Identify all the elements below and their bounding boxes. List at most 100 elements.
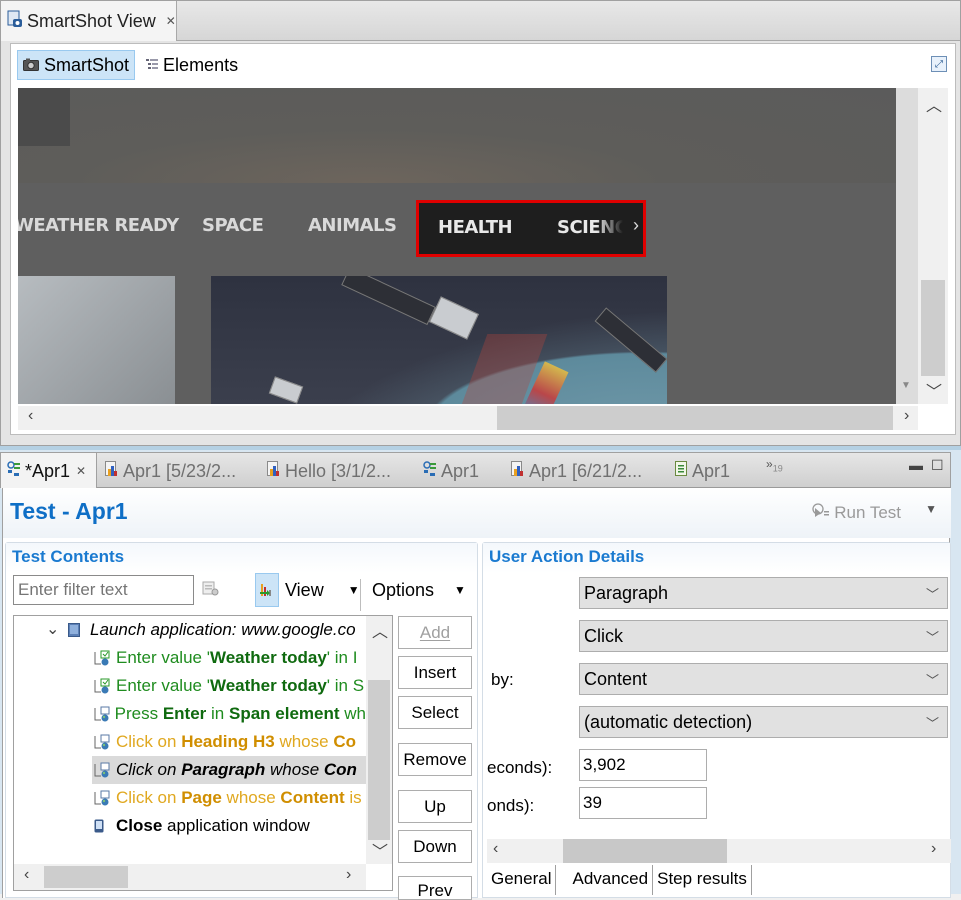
tree-row-text: Launch application: www.google.co: [90, 620, 356, 639]
remove-button[interactable]: Remove: [398, 743, 472, 776]
test-tree[interactable]: ⌄ Launch application: www.google.co Enter …: [13, 615, 393, 891]
prev-button[interactable]: Prev: [398, 876, 472, 900]
tab-overflow-button[interactable]: »19: [766, 457, 783, 473]
tab-label: Step results: [657, 869, 747, 888]
editor-tabbar: *Apr1 ✕ Apr1 [5/23/2... Hello [3/1/2... …: [0, 452, 951, 489]
scroll-up-icon[interactable]: ︿: [926, 92, 942, 116]
report-chart-icon: [105, 460, 119, 482]
tree-row[interactable]: ⌄ Launch application: www.google.co: [14, 616, 366, 644]
minimize-icon[interactable]: ▬: [909, 457, 923, 473]
maximize-icon[interactable]: ⤢: [931, 56, 947, 72]
up-button[interactable]: Up: [398, 790, 472, 823]
editor-tab-apr1-doc[interactable]: Apr1: [675, 453, 730, 489]
insert-button[interactable]: Insert: [398, 656, 472, 689]
tree-row-text: whose: [221, 788, 281, 807]
editor-tab-apr1-report-621[interactable]: Apr1 [6/21/2...: [511, 453, 642, 489]
timeout-input[interactable]: 39: [579, 787, 707, 819]
tree-row[interactable]: Enter value 'Weather today' in S: [14, 672, 366, 700]
dropdown-value: Paragraph: [584, 582, 669, 603]
scroll-right-icon[interactable]: ›: [346, 866, 351, 884]
filter-input[interactable]: [13, 575, 194, 605]
tree-row-text: ' in I: [326, 648, 358, 667]
mobile-device-icon: [94, 819, 114, 833]
tree-vertical-thumb[interactable]: [368, 680, 390, 840]
maximize-icon[interactable]: ☐: [931, 457, 944, 474]
view-dropdown-icon[interactable]: ▼: [348, 583, 360, 597]
scroll-left-icon[interactable]: ‹: [28, 407, 33, 425]
editor-header: Test - Apr1 Run Test ▼: [3, 488, 951, 538]
smartshot-view-icon: [7, 10, 23, 33]
editor-tab-apr1-test[interactable]: Apr1: [423, 453, 479, 489]
elements-subtab[interactable]: Elements: [141, 50, 243, 80]
tree-row-bold-text: Weather today: [209, 648, 327, 667]
tab-general[interactable]: General: [487, 865, 557, 895]
view-label: View: [285, 579, 324, 600]
options-dropdown-icon[interactable]: ▼: [454, 583, 466, 597]
options-button[interactable]: Options ▼: [372, 575, 466, 605]
detection-dropdown[interactable]: (automatic detection) ﹀: [579, 706, 948, 738]
tab-smartshot-view[interactable]: SmartShot View ✕: [1, 1, 177, 41]
close-icon[interactable]: ✕: [76, 464, 86, 478]
test-contents-title: Test Contents: [12, 547, 125, 566]
web-action-icon: [94, 734, 114, 750]
smartshot-view: SmartShot View ✕ SmartShot Elements ⤢ WE…: [0, 0, 961, 446]
select-label: Select: [411, 702, 459, 722]
field-label-2: onds):: [487, 796, 535, 815]
highlighted-element: HEALTH SCIENCE ›: [416, 200, 646, 257]
tree-row-label: Enter value 'Weather today' in I: [116, 648, 357, 668]
tree-row[interactable]: Click on Paragraph whose Con: [92, 756, 366, 784]
web-action-icon: [94, 790, 114, 806]
details-horizontal-thumb[interactable]: [563, 839, 727, 863]
editor-tab-apr1-active[interactable]: *Apr1 ✕: [1, 453, 97, 489]
select-button[interactable]: Select: [398, 696, 472, 729]
vertical-scroll-thumb[interactable]: [921, 280, 945, 376]
tree-row-text: application window: [162, 816, 310, 835]
smartshot-subtab-label: SmartShot: [44, 54, 130, 75]
view-button[interactable]: View ▼: [255, 573, 360, 607]
run-test-dropdown-icon[interactable]: ▼: [925, 502, 937, 516]
tree-row-text: Click on: [116, 732, 182, 751]
think-time-input[interactable]: 3,902: [579, 749, 707, 781]
scroll-up-icon[interactable]: ︿: [372, 618, 388, 642]
add-button[interactable]: Add: [398, 616, 472, 649]
filter-options-icon[interactable]: [202, 581, 220, 602]
down-button[interactable]: Down: [398, 830, 472, 863]
tree-row[interactable]: Click on Page whose Content is: [14, 784, 366, 812]
element-type-dropdown[interactable]: Paragraph ﹀: [579, 577, 948, 609]
smartshot-subtab[interactable]: SmartShot: [17, 50, 136, 80]
tab-label: Hello [3/1/2...: [285, 460, 392, 481]
smartshot-panel: SmartShot Elements ⤢ WEATHER READY SPACE…: [10, 43, 956, 435]
tree-row[interactable]: Enter value 'Weather today' in I: [14, 644, 366, 672]
action-dropdown[interactable]: Click ﹀: [579, 620, 948, 652]
tab-step-results[interactable]: Step results: [653, 865, 752, 895]
inner-scroll-down-icon[interactable]: ▼: [901, 380, 911, 391]
scroll-down-icon[interactable]: ﹀: [372, 838, 388, 862]
tree-row[interactable]: Press Enter in Span element wh: [14, 700, 366, 728]
scroll-right-icon[interactable]: ›: [931, 840, 936, 858]
tree-row-bold-text: Span element: [228, 704, 340, 723]
dropdown-value: Content: [584, 668, 648, 689]
scroll-left-icon[interactable]: ‹: [493, 840, 498, 858]
close-icon[interactable]: ✕: [166, 14, 176, 28]
tree-row[interactable]: Click on Heading H3 whose Co: [14, 728, 366, 756]
tree-horizontal-thumb[interactable]: [44, 866, 128, 888]
nav-science: SCIENCE: [557, 217, 623, 238]
editor-tab-hello-report[interactable]: Hello [3/1/2...: [267, 453, 391, 489]
scroll-left-icon[interactable]: ‹: [24, 866, 29, 884]
editor-tab-apr1-report-523[interactable]: Apr1 [5/23/2...: [105, 453, 236, 489]
horizontal-scroll-thumb[interactable]: [497, 406, 893, 430]
scroll-right-icon[interactable]: ›: [904, 407, 909, 425]
article-image-satellites: [211, 276, 667, 404]
tree-row-bold-text: Paragraph: [181, 760, 266, 779]
tree-row-bold-text: Heading H3: [181, 732, 275, 751]
scroll-down-icon[interactable]: ﹀: [926, 378, 942, 402]
tree-row[interactable]: Close application window: [14, 812, 366, 840]
tree-row-text: in: [206, 704, 229, 723]
nav-health: HEALTH: [438, 217, 513, 238]
tab-advanced[interactable]: Advanced: [556, 865, 654, 895]
app-screenshot[interactable]: WEATHER READY SPACE ANIMALS HEALTH SCIEN…: [18, 88, 896, 404]
expand-chevron-icon[interactable]: ⌄: [46, 622, 68, 638]
run-test-button[interactable]: Run Test: [812, 502, 901, 523]
locate-by-dropdown[interactable]: Content ﹀: [579, 663, 948, 695]
elements-subtab-label: Elements: [163, 54, 239, 75]
